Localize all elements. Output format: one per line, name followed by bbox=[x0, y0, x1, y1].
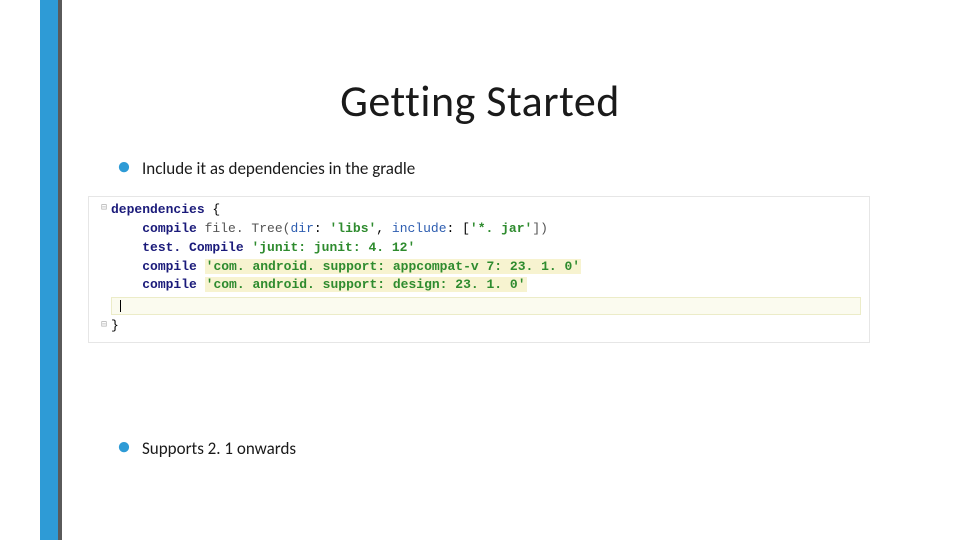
code-sep: : [ bbox=[447, 221, 470, 236]
slide-title: Getting Started bbox=[0, 74, 960, 128]
code-line-1: ⊟dependencies { bbox=[89, 201, 869, 220]
code-string: 'junit: junit: 4. 12' bbox=[251, 240, 415, 255]
bullet-list-bottom: Supports 2. 1 onwards bbox=[118, 438, 296, 459]
code-sep: : bbox=[314, 221, 330, 236]
fold-end-icon: ⊟ bbox=[97, 319, 111, 334]
code-keyword: compile bbox=[142, 277, 204, 292]
code-line-6: ⊟} bbox=[89, 317, 869, 336]
fold-icon: ⊟ bbox=[97, 202, 111, 217]
code-argkey: include bbox=[392, 221, 447, 236]
code-string: '*. jar' bbox=[470, 221, 532, 236]
code-line-2: compile file. Tree(dir: 'libs', include:… bbox=[89, 220, 869, 239]
code-string: 'libs' bbox=[329, 221, 376, 236]
bullet-supports: Supports 2. 1 onwards bbox=[118, 438, 296, 459]
code-keyword: test. Compile bbox=[142, 240, 251, 255]
code-string-highlight: 'com. android. support: appcompat-v 7: 2… bbox=[205, 259, 581, 274]
code-paren: ]) bbox=[532, 221, 548, 236]
code-line-4: compile 'com. android. support: appcompa… bbox=[89, 258, 869, 277]
code-ident: file. Tree bbox=[197, 221, 283, 236]
code-cursor-line bbox=[111, 297, 861, 315]
code-line-3: test. Compile 'junit: junit: 4. 12' bbox=[89, 239, 869, 258]
code-block-gradle: ⊟dependencies { compile file. Tree(dir: … bbox=[88, 196, 870, 343]
code-sep: , bbox=[376, 221, 392, 236]
code-keyword: compile bbox=[142, 259, 204, 274]
code-brace: { bbox=[205, 202, 221, 217]
bullet-dependencies: Include it as dependencies in the gradle bbox=[118, 158, 415, 179]
code-line-5: compile 'com. android. support: design: … bbox=[89, 276, 869, 295]
code-keyword: compile bbox=[142, 221, 197, 236]
code-argkey: dir bbox=[290, 221, 313, 236]
code-brace: } bbox=[111, 318, 119, 333]
bullet-list-top: Include it as dependencies in the gradle bbox=[118, 158, 415, 179]
code-keyword: dependencies bbox=[111, 202, 205, 217]
code-string-highlight: 'com. android. support: design: 23. 1. 0… bbox=[205, 277, 527, 292]
